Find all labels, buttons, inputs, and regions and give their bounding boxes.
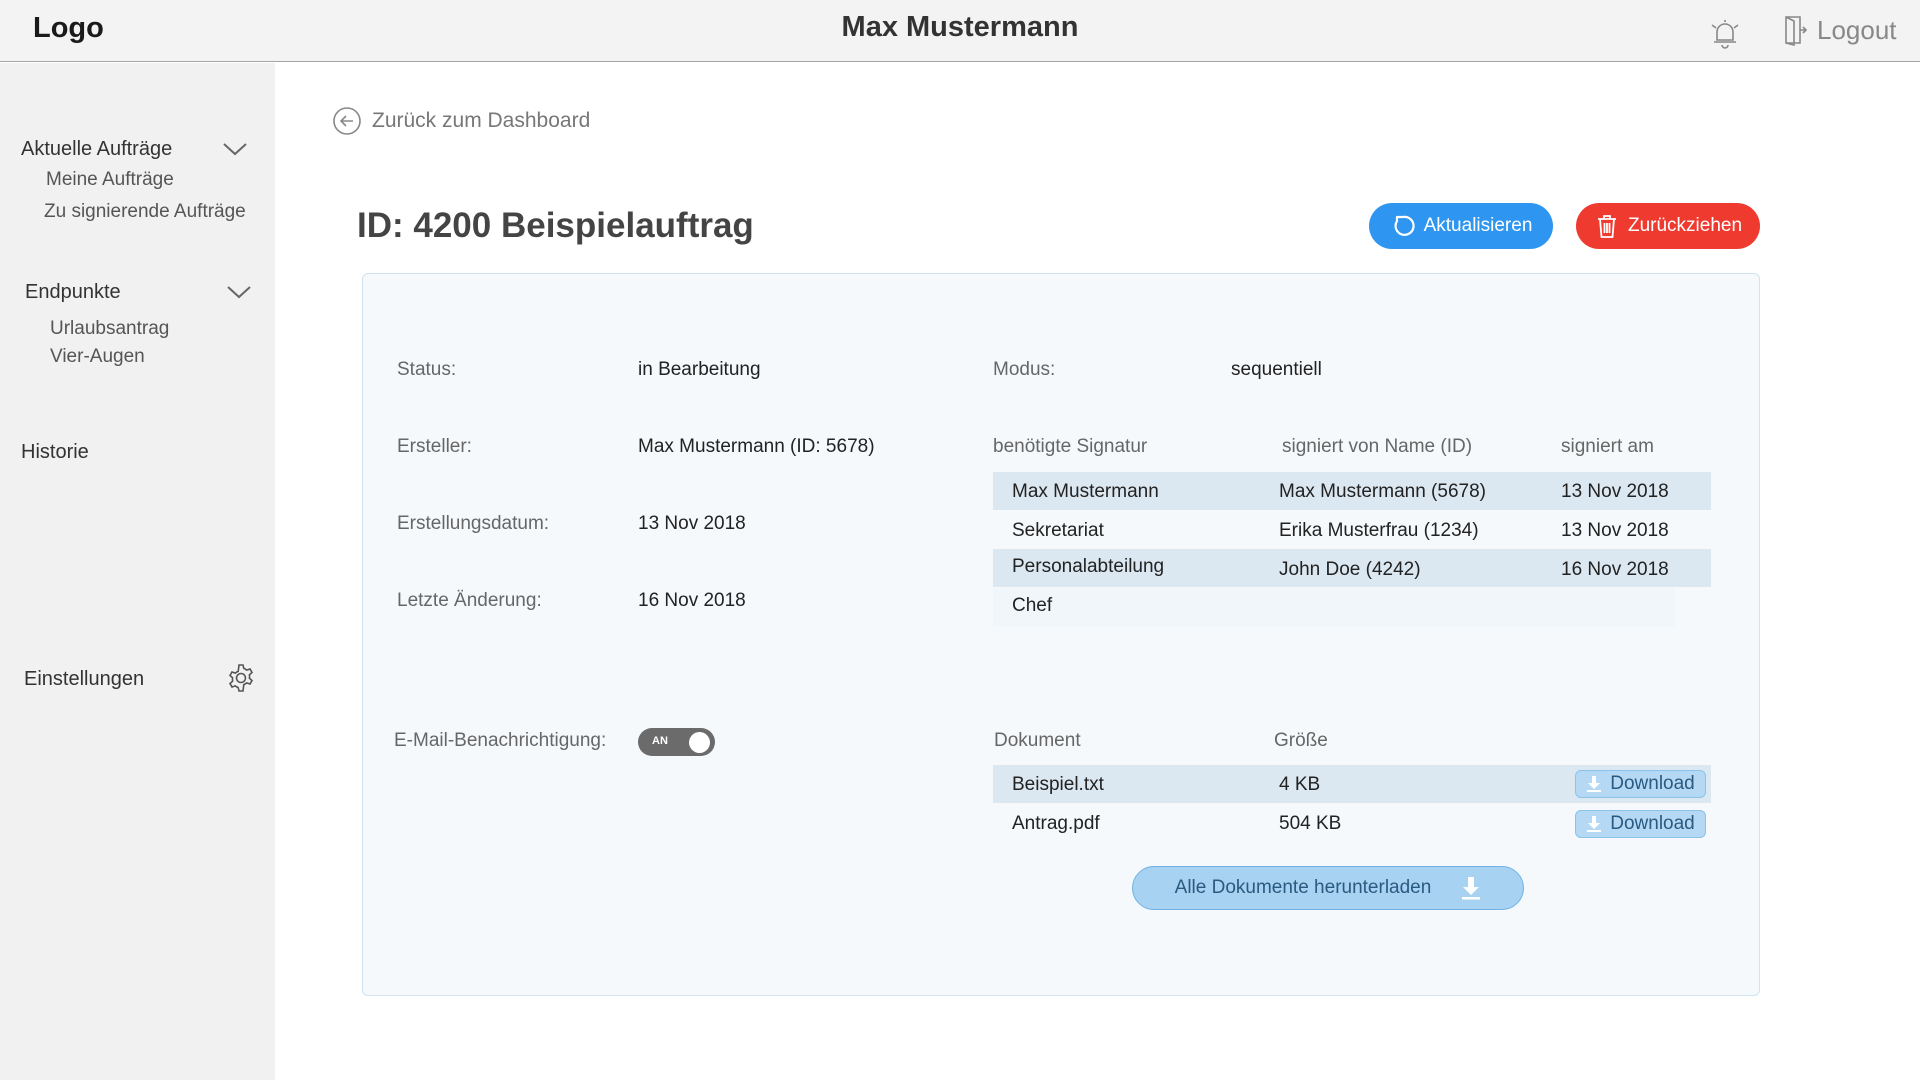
document-name: Beispiel.txt [1012,774,1104,795]
signature-col-required: benötigte Signatur [993,436,1148,457]
mode-label: Modus: [993,359,1056,380]
signature-role: Personalabteilung [1012,556,1165,577]
withdraw-button[interactable]: Zurückziehen [1576,203,1760,249]
modified-date-value: 16 Nov 2018 [638,590,746,611]
signature-date: 13 Nov 2018 [1561,481,1669,502]
chevron-down-icon[interactable] [226,284,252,300]
created-date-label: Erstellungsdatum: [397,513,550,534]
toggle-knob [689,732,710,753]
trash-icon [1597,215,1616,238]
top-bar: Logo Max Mustermann Logout [0,0,1920,62]
back-label: Zurück zum Dashboard [372,109,591,132]
logout-button[interactable]: Logout [1783,14,1897,46]
page-title: ID: 4200 Beispielauftrag [357,206,754,245]
sidebar: Aktuelle Aufträge Meine Aufträge Zu sign… [0,63,275,1080]
sidebar-item-vier-augen[interactable]: Vier-Augen [50,346,145,368]
document-col-size: Größe [1274,730,1328,751]
chevron-down-icon[interactable] [222,141,248,157]
download-all-button[interactable]: Alle Dokumente herunterladen [1132,866,1524,910]
signature-signer: Erika Musterfrau (1234) [1279,520,1479,541]
creator-label: Ersteller: [397,436,472,457]
document-size: 504 KB [1279,813,1342,834]
download-label: Download [1610,773,1695,794]
signature-col-signed-at: signiert am [1561,436,1654,457]
bell-icon[interactable] [1708,16,1742,50]
download-icon [1462,877,1481,900]
table-row: Max Mustermann Max Mustermann (5678) 13 … [993,472,1711,510]
sidebar-item-urlaubsantrag[interactable]: Urlaubsantrag [50,318,169,340]
email-notification-toggle[interactable]: AN [638,728,715,756]
signature-date: 13 Nov 2018 [1561,520,1669,541]
signature-signer: Max Mustermann (5678) [1279,481,1486,502]
logout-label: Logout [1817,14,1897,45]
sidebar-group-aktuelle-auftraege[interactable]: Aktuelle Aufträge [21,138,172,161]
table-row: Sekretariat Erika Musterfrau (1234) 13 N… [993,511,1711,549]
document-col-name: Dokument [994,730,1081,751]
creator-value: Max Mustermann (ID: 5678) [638,436,875,457]
back-to-dashboard-link[interactable]: Zurück zum Dashboard [332,106,590,136]
signature-date: 16 Nov 2018 [1561,559,1669,580]
status-value: in Bearbeitung [638,359,761,380]
download-label: Download [1610,813,1695,834]
table-row: Chef [993,588,1675,626]
sidebar-item-einstellungen[interactable]: Einstellungen [24,668,144,691]
email-notification-label: E-Mail-Benachrichtigung: [394,730,607,751]
refresh-button[interactable]: Aktualisieren [1369,203,1553,249]
modified-date-label: Letzte Änderung: [397,590,542,611]
signature-role: Max Mustermann [1012,481,1159,502]
arrow-left-icon [333,107,361,135]
signature-role: Sekretariat [1012,520,1104,541]
signature-signer: John Doe (4242) [1279,559,1421,580]
document-name: Antrag.pdf [1012,813,1100,834]
logout-icon [1785,16,1807,46]
sidebar-item-historie[interactable]: Historie [21,441,89,464]
sidebar-group-endpunkte[interactable]: Endpunkte [25,281,121,304]
sidebar-item-meine-auftraege[interactable]: Meine Aufträge [46,169,174,191]
download-all-label: Alle Dokumente herunterladen [1174,877,1432,898]
signature-role: Chef [1012,595,1053,616]
download-button[interactable]: Download [1575,810,1706,838]
mode-value: sequentiell [1231,359,1322,380]
download-button[interactable]: Download [1575,770,1706,798]
table-row: Personalabteilung John Doe (4242) 16 Nov… [993,549,1711,587]
sidebar-item-zu-signierende-auftraege[interactable]: Zu signierende Aufträge [44,201,246,223]
withdraw-label: Zurückziehen [1627,215,1743,236]
refresh-icon [1394,215,1415,236]
download-icon [1587,776,1602,792]
document-size: 4 KB [1279,774,1321,795]
status-label: Status: [397,359,457,380]
download-icon [1587,816,1602,832]
gear-icon[interactable] [226,663,256,693]
refresh-label: Aktualisieren [1423,215,1533,236]
user-name: Max Mustermann [841,11,1079,43]
toggle-state-text: AN [652,735,668,747]
signature-col-signed-by: signiert von Name (ID) [1282,436,1473,457]
order-details-panel [362,273,1760,996]
logo[interactable]: Logo [33,12,104,45]
created-date-value: 13 Nov 2018 [638,513,746,534]
